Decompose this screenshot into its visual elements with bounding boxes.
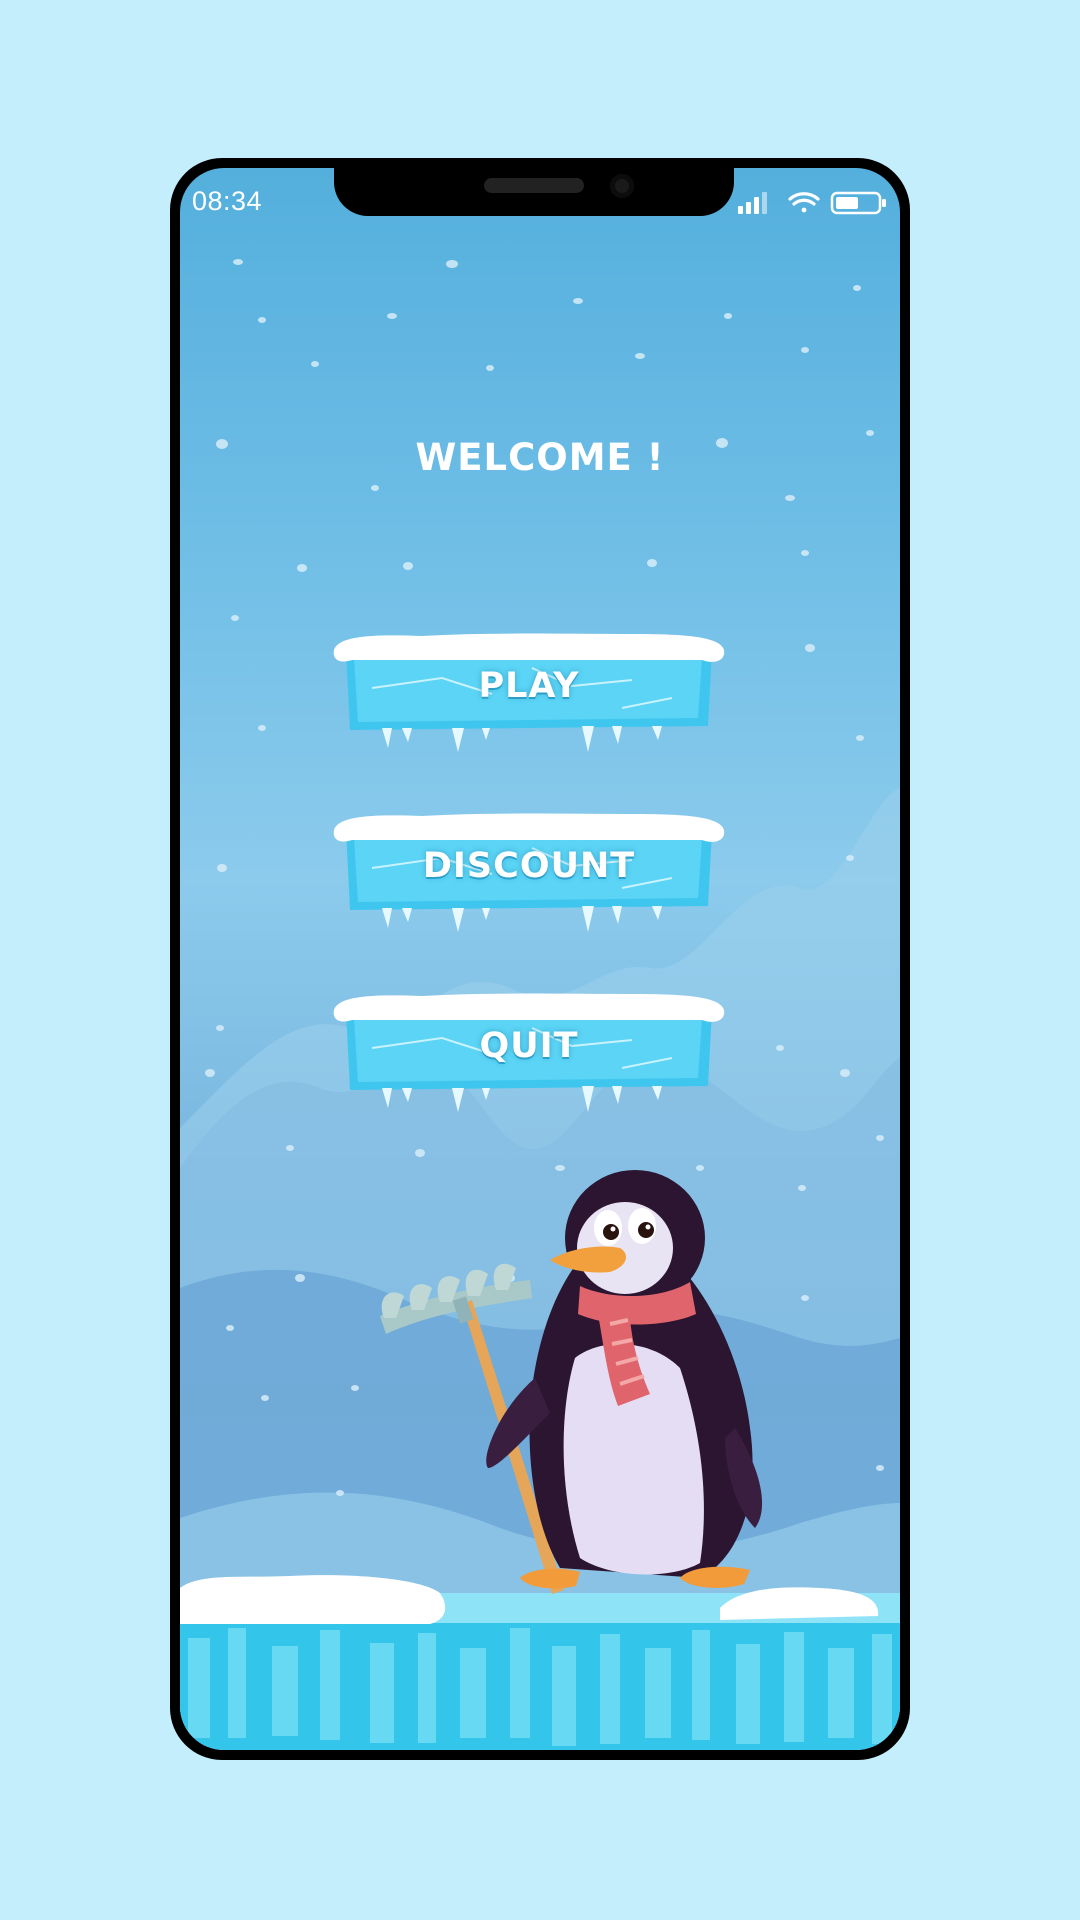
phone-frame: 08:34 WELCOME ! PLAY DISCOUNT QUIT	[170, 158, 910, 1760]
quit-label: QUIT	[479, 1026, 579, 1066]
quit-button[interactable]: QUIT	[332, 988, 726, 1114]
play-button[interactable]: PLAY	[332, 628, 726, 754]
front-camera	[610, 174, 634, 198]
discount-label: DISCOUNT	[422, 846, 636, 886]
battery-icon	[830, 191, 886, 215]
status-time: 08:34	[192, 186, 263, 216]
phone-notch	[334, 168, 734, 216]
play-label: PLAY	[478, 666, 580, 706]
discount-button[interactable]: DISCOUNT	[332, 808, 726, 934]
wifi-icon	[788, 192, 820, 213]
speaker-grille	[484, 178, 584, 193]
signal-icon	[738, 192, 767, 214]
status-icons	[738, 191, 886, 215]
welcome-title: WELCOME !	[415, 436, 665, 479]
game-screen: 08:34 WELCOME ! PLAY DISCOUNT QUIT	[180, 168, 900, 1750]
penguin-illustration	[380, 1170, 763, 1594]
